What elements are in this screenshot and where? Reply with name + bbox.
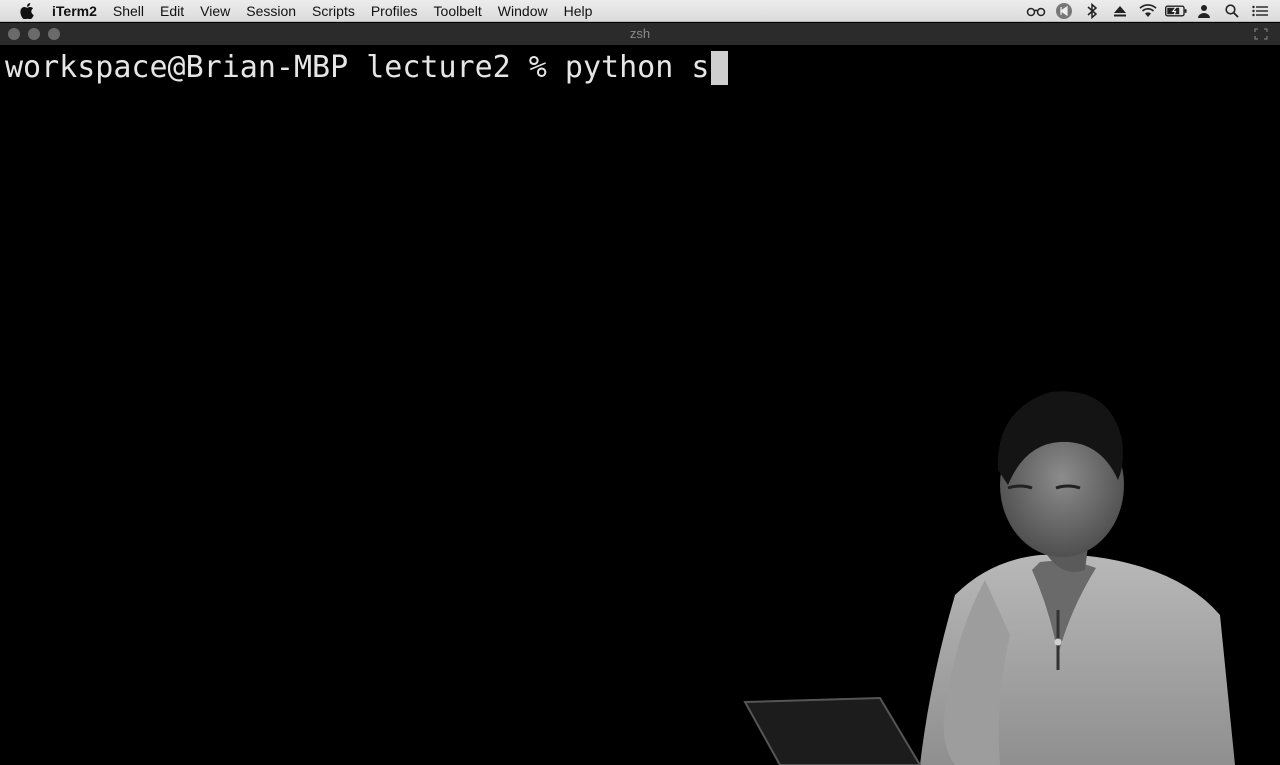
terminal-pane[interactable]: workspace@Brian-MBP lecture2 % python s [0,45,1280,765]
command-line: workspace@Brian-MBP lecture2 % python s [5,50,729,85]
menu-shell[interactable]: Shell [105,0,152,22]
menu-profiles[interactable]: Profiles [363,0,426,22]
menu-edit[interactable]: Edit [152,0,192,22]
menu-window[interactable]: Window [490,0,556,22]
typed-command: python s [564,50,710,85]
glasses-icon[interactable] [1025,0,1047,22]
bluetooth-icon[interactable] [1081,0,1103,22]
status-area [1022,0,1280,22]
fullscreen-icon[interactable] [1252,27,1270,41]
record-icon[interactable] [1053,0,1075,22]
list-icon[interactable] [1249,0,1271,22]
shell-prompt: workspace@Brian-MBP lecture2 % [5,50,565,85]
search-icon[interactable] [1221,0,1243,22]
window-titlebar: zsh [0,23,1280,45]
menu-bar: iTerm2 Shell Edit View Session Scripts P… [0,0,1280,22]
wifi-icon[interactable] [1137,0,1159,22]
menu-app-name[interactable]: iTerm2 [48,0,105,22]
text-cursor [711,50,729,85]
menu-session[interactable]: Session [238,0,304,22]
battery-icon[interactable] [1165,0,1187,22]
menu-scripts[interactable]: Scripts [304,0,363,22]
menu-view[interactable]: View [192,0,238,22]
menu-toolbelt[interactable]: Toolbelt [426,0,490,22]
menu-help[interactable]: Help [556,0,601,22]
window-title: zsh [629,26,651,41]
eject-icon[interactable] [1109,0,1131,22]
user-icon[interactable] [1193,0,1215,22]
apple-icon[interactable] [20,2,34,19]
presenter-video-overlay [743,391,1235,765]
